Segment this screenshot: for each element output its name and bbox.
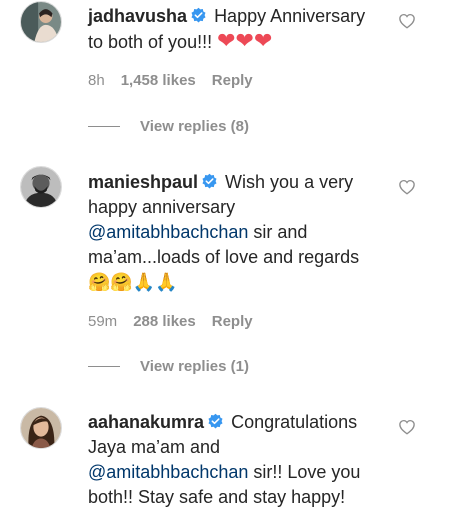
like-heart-icon[interactable] (398, 178, 416, 196)
comment-text-line: Congratulations (231, 412, 358, 432)
comment-text-line: both!! Stay safe and stay happy! (88, 487, 346, 507)
red-heart-emoji: ❤ (235, 29, 254, 54)
verified-badge-icon (207, 413, 224, 430)
avatar[interactable] (20, 407, 62, 449)
avatar[interactable] (20, 166, 62, 208)
replies-divider-line (88, 366, 120, 367)
like-heart-icon[interactable] (398, 418, 416, 436)
mention-link[interactable]: @amitabhbachchan (88, 462, 248, 482)
replies-divider-line (88, 126, 120, 127)
comment-text: manieshpaul Wish you a very happy annive… (88, 170, 388, 295)
comment-text-line: Happy Anniversary (214, 6, 366, 26)
likes-count-link[interactable]: 288 likes (133, 313, 196, 330)
folded-hands-emoji: 🙏 (132, 272, 156, 293)
hugging-face-emoji: 🤗 (88, 272, 111, 293)
comment-text-line: to both of you!!! (88, 32, 213, 52)
verified-badge-icon (201, 173, 218, 190)
reply-button[interactable]: Reply (212, 313, 253, 330)
comment-username[interactable]: aahanakumra (88, 412, 204, 432)
comment-text: aahanakumra Congratulations Jaya ma’am a… (88, 410, 388, 510)
like-heart-icon[interactable] (398, 12, 416, 30)
comment-text-line: ma’am...loads of love and regards (88, 247, 360, 267)
comment-time: 59m (88, 313, 118, 330)
verified-badge-icon (190, 7, 207, 24)
red-heart-emoji: ❤ (253, 29, 273, 54)
comment-username[interactable]: jadhavusha (88, 6, 187, 26)
view-replies-label: View replies (8) (140, 118, 249, 135)
red-heart-emoji: ❤ (217, 29, 236, 54)
view-replies-label: View replies (1) (140, 358, 249, 375)
comment-meta: 59m 288 likes Reply (88, 313, 253, 330)
hugging-face-emoji: 🤗 (110, 272, 133, 293)
view-replies-button[interactable]: View replies (1) (88, 358, 249, 375)
comment-text-line: Wish you a very (225, 172, 354, 192)
view-replies-button[interactable]: View replies (8) (88, 118, 249, 135)
reply-button[interactable]: Reply (212, 72, 253, 89)
comment-time: 8h (88, 72, 105, 89)
comment-text-line: Jaya ma’am and (88, 437, 221, 457)
comment-text-line: sir and (253, 222, 308, 242)
mention-link[interactable]: @amitabhbachchan (88, 222, 248, 242)
comment-username[interactable]: manieshpaul (88, 172, 198, 192)
folded-hands-emoji: 🙏 (155, 272, 178, 293)
avatar[interactable] (20, 1, 62, 43)
comment-meta: 8h 1,458 likes Reply (88, 72, 253, 89)
likes-count-link[interactable]: 1,458 likes (121, 72, 196, 89)
comment-text-line: happy anniversary (88, 197, 236, 217)
comment-text-line: sir!! Love you (253, 462, 361, 482)
comment-text: jadhavusha Happy Anniversary to both of … (88, 4, 388, 55)
